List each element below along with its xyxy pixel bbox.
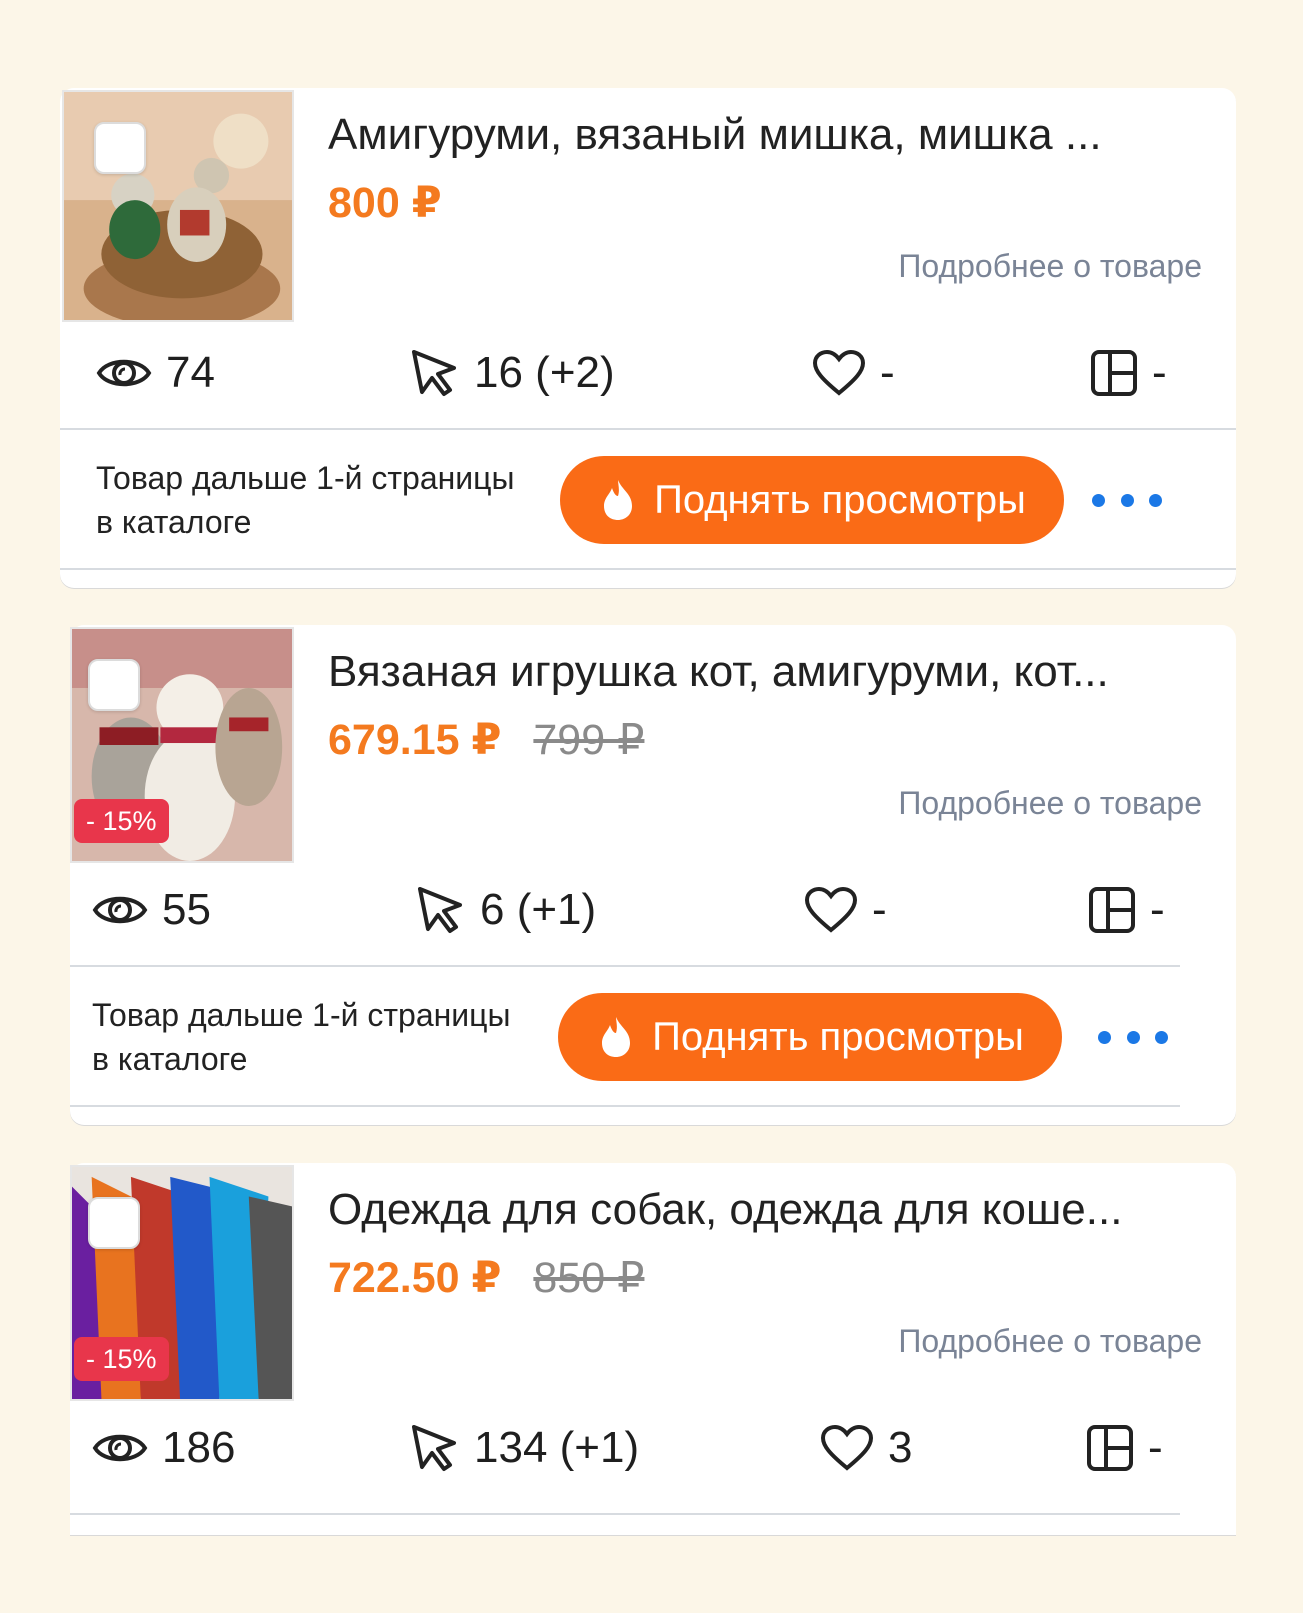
boost-label: Поднять просмотры bbox=[652, 1014, 1024, 1059]
price-row: 722.50 ₽ 850 ₽ bbox=[328, 1253, 644, 1303]
price: 800 ₽ bbox=[328, 179, 442, 227]
cart-count: - bbox=[1152, 348, 1167, 397]
stats-row: 186 134 (+1) 3 - bbox=[70, 1408, 1236, 1488]
promo-text-line1: Товар дальше 1-й страницы bbox=[96, 460, 515, 496]
cart-count: - bbox=[1150, 885, 1165, 934]
eye-icon bbox=[96, 359, 152, 387]
promo-text-line1: Товар дальше 1-й страницы bbox=[92, 997, 511, 1033]
clicks-count: 16 (+2) bbox=[474, 348, 615, 397]
clicks-stat: 134 (+1) bbox=[410, 1408, 639, 1488]
more-icon[interactable] bbox=[1098, 1017, 1168, 1057]
divider bbox=[70, 1513, 1180, 1515]
product-card: Амигуруми, вязаный мишка, мишка ... 800 … bbox=[60, 88, 1236, 588]
discount-badge: - 15% bbox=[74, 1337, 169, 1381]
favorites-stat: - bbox=[804, 870, 887, 950]
select-checkbox[interactable] bbox=[88, 659, 140, 711]
product-title[interactable]: Вязаная игрушка кот, амигуруми, кот... bbox=[328, 647, 1210, 697]
views-count: 186 bbox=[162, 1423, 236, 1472]
boost-views-button[interactable]: Поднять просмотры bbox=[560, 456, 1064, 544]
product-image[interactable]: - 15% bbox=[70, 1165, 294, 1401]
divider bbox=[70, 1105, 1180, 1107]
cursor-icon bbox=[418, 887, 462, 933]
layout-icon bbox=[1087, 1425, 1133, 1471]
cart-count: - bbox=[1148, 1423, 1163, 1472]
stats-row: 55 6 (+1) - - bbox=[70, 870, 1236, 950]
product-title[interactable]: Амигуруми, вязаный мишка, мишка ... bbox=[328, 110, 1208, 160]
heart-icon bbox=[804, 886, 858, 933]
views-count: 55 bbox=[162, 885, 211, 934]
fire-icon bbox=[604, 480, 633, 520]
old-price: 850 ₽ bbox=[533, 1254, 645, 1302]
price-row: 679.15 ₽ 799 ₽ bbox=[328, 715, 644, 765]
price-row: 800 ₽ bbox=[328, 178, 442, 228]
stats-row: 74 16 (+2) - - bbox=[60, 333, 1236, 413]
select-checkbox[interactable] bbox=[88, 1197, 140, 1249]
favorites-count: - bbox=[872, 885, 887, 934]
boost-label: Поднять просмотры bbox=[654, 477, 1026, 522]
promo-text: Товар дальше 1-й страницы в каталоге bbox=[96, 456, 514, 544]
cursor-icon bbox=[412, 1425, 456, 1471]
layout-icon bbox=[1091, 350, 1137, 396]
select-checkbox[interactable] bbox=[94, 122, 146, 174]
eye-icon bbox=[92, 896, 148, 924]
heart-icon bbox=[812, 349, 866, 396]
product-image[interactable]: - 15% bbox=[70, 627, 294, 863]
details-link[interactable]: Подробнее о товаре bbox=[898, 785, 1202, 822]
price: 722.50 ₽ bbox=[328, 1254, 502, 1302]
favorites-count: 3 bbox=[888, 1423, 913, 1472]
favorites-count: - bbox=[880, 348, 895, 397]
cart-stat: - bbox=[1088, 870, 1165, 950]
product-image[interactable] bbox=[62, 90, 294, 322]
fire-icon bbox=[602, 1017, 631, 1057]
promo-text: Товар дальше 1-й страницы в каталоге bbox=[92, 993, 510, 1081]
boost-views-button[interactable]: Поднять просмотры bbox=[558, 993, 1062, 1081]
views-stat: 74 bbox=[96, 333, 215, 413]
details-link[interactable]: Подробнее о товаре bbox=[898, 248, 1202, 285]
divider bbox=[60, 428, 1236, 430]
clicks-stat: 16 (+2) bbox=[410, 333, 615, 413]
details-link[interactable]: Подробнее о товаре bbox=[898, 1323, 1202, 1360]
cart-stat: - bbox=[1090, 333, 1167, 413]
views-stat: 55 bbox=[92, 870, 211, 950]
promo-text-line2: в каталоге bbox=[92, 1041, 248, 1077]
cursor-icon bbox=[412, 350, 456, 396]
views-stat: 186 bbox=[92, 1408, 235, 1488]
clicks-stat: 6 (+1) bbox=[416, 870, 596, 950]
product-card: - 15% Вязаная игрушка кот, амигуруми, ко… bbox=[70, 625, 1236, 1125]
old-price: 799 ₽ bbox=[533, 716, 645, 764]
favorites-stat: - bbox=[812, 333, 895, 413]
clicks-count: 6 (+1) bbox=[480, 885, 597, 934]
eye-icon bbox=[92, 1434, 148, 1462]
more-icon[interactable] bbox=[1092, 480, 1162, 520]
discount-badge: - 15% bbox=[74, 799, 169, 843]
heart-icon bbox=[820, 1424, 874, 1471]
product-title[interactable]: Одежда для собак, одежда для коше... bbox=[328, 1185, 1210, 1235]
promo-text-line2: в каталоге bbox=[96, 504, 252, 540]
layout-icon bbox=[1089, 887, 1135, 933]
clicks-count: 134 (+1) bbox=[474, 1423, 640, 1472]
product-card: - 15% Одежда для собак, одежда для коше.… bbox=[70, 1163, 1236, 1535]
views-count: 74 bbox=[166, 348, 215, 397]
divider bbox=[60, 568, 1236, 570]
divider bbox=[70, 965, 1180, 967]
favorites-stat: 3 bbox=[820, 1408, 912, 1488]
price: 679.15 ₽ bbox=[328, 716, 502, 764]
cart-stat: - bbox=[1086, 1408, 1163, 1488]
